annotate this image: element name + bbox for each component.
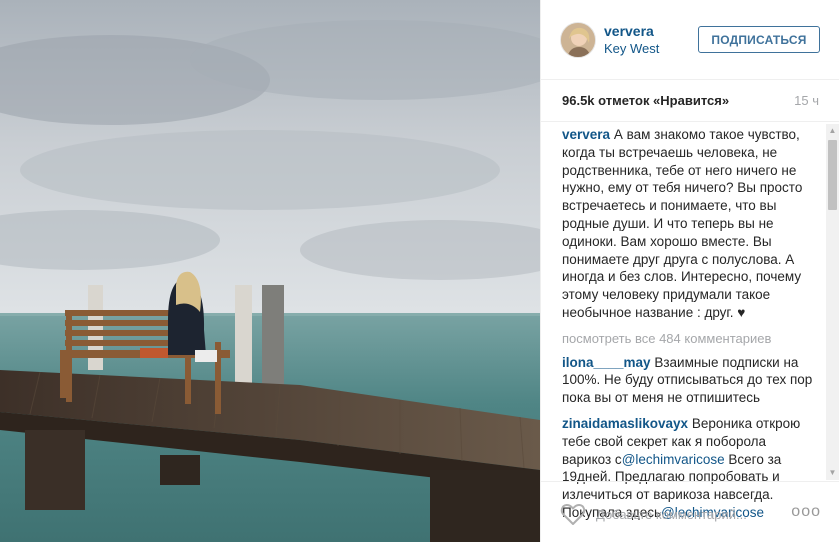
post-footer: ooo xyxy=(541,481,839,542)
scroll-down-icon[interactable]: ▼ xyxy=(826,466,839,480)
post-photo[interactable] xyxy=(0,0,540,542)
username-link[interactable]: ververa xyxy=(604,23,654,39)
scroll-thumb[interactable] xyxy=(828,140,837,210)
comment-item: ilona____may Взаимные подписки на 100%. … xyxy=(562,354,817,407)
location-link[interactable]: Key West xyxy=(604,41,659,56)
avatar-image xyxy=(561,23,595,57)
caption-user-link[interactable]: ververa xyxy=(562,127,610,142)
comments-list: ververa А вам знакомо такое чувство, ког… xyxy=(562,126,817,530)
caption: ververa А вам знакомо такое чувство, ког… xyxy=(562,126,817,322)
post-header: ververa Key West ПОДПИСАТЬСЯ xyxy=(541,0,839,80)
comment-user-link[interactable]: zinaidamaslikovayx xyxy=(562,416,688,431)
heart-icon[interactable] xyxy=(560,502,586,526)
post-details-panel: ververa Key West ПОДПИСАТЬСЯ 96.5k отмет… xyxy=(540,0,839,542)
likes-count[interactable]: 96.5k отметок «Нравится» xyxy=(562,93,729,108)
comment-user-link[interactable]: ilona____may xyxy=(562,355,651,370)
comment-input[interactable] xyxy=(596,504,786,524)
photo-scene xyxy=(0,0,540,542)
caption-text: А вам знакомо такое чувство, когда ты вс… xyxy=(562,127,803,320)
scroll-up-icon[interactable]: ▲ xyxy=(826,124,839,138)
post-time[interactable]: 15 ч xyxy=(794,93,819,108)
mention-link[interactable]: @lechimvaricose xyxy=(622,452,725,467)
follow-button[interactable]: ПОДПИСАТЬСЯ xyxy=(698,26,820,53)
heart-icon-svg xyxy=(560,503,586,525)
avatar[interactable] xyxy=(560,22,596,58)
comments-scrollbar[interactable]: ▲ ▼ xyxy=(826,124,839,480)
view-all-comments-link[interactable]: посмотреть все 484 комментариев xyxy=(562,330,817,348)
more-options-icon[interactable]: ooo xyxy=(791,504,821,520)
